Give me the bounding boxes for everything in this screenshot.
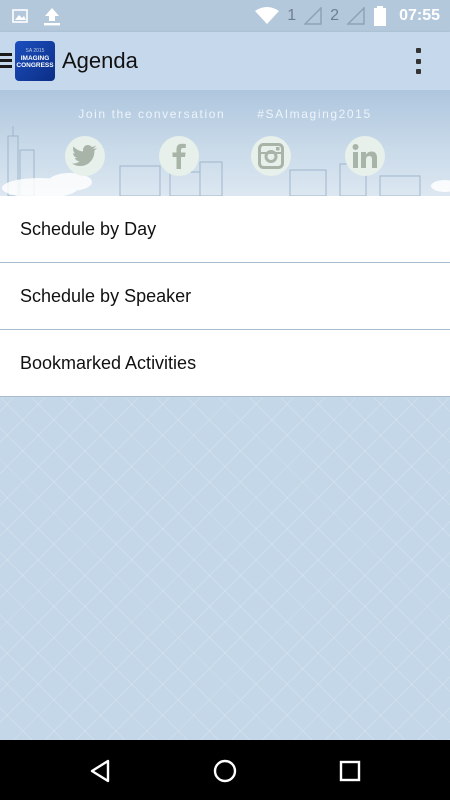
recent-apps-icon[interactable]: [337, 758, 363, 784]
sim-1-label: 1: [287, 7, 297, 24]
twitter-icon[interactable]: [65, 136, 105, 176]
back-icon[interactable]: [88, 758, 114, 784]
clock: 07:55: [399, 7, 440, 24]
signal-1-icon: [304, 7, 322, 25]
banner-caption: Join the conversation #SAImaging2015: [0, 107, 450, 121]
background-pattern: [0, 398, 450, 740]
social-banner: Join the conversation #SAImaging2015: [0, 90, 450, 196]
app-logo[interactable]: SA 2015 IMAGING CONGRESS: [15, 41, 55, 81]
hamburger-menu-icon[interactable]: [0, 53, 12, 69]
upload-notification-icon: [44, 8, 60, 26]
overflow-menu-icon[interactable]: [414, 48, 422, 74]
menu-item-label: Schedule by Speaker: [20, 285, 192, 306]
page-title: Agenda: [62, 48, 138, 73]
image-notification-icon: [12, 9, 28, 23]
menu-item-label: Schedule by Day: [20, 218, 157, 239]
facebook-icon[interactable]: [159, 136, 199, 176]
menu-item-bookmarked-activities[interactable]: Bookmarked Activities: [0, 330, 450, 397]
wifi-icon: [255, 7, 280, 24]
menu-item-schedule-by-day[interactable]: Schedule by Day: [0, 196, 450, 263]
agenda-menu-list: Schedule by Day Schedule by Speaker Book…: [0, 196, 450, 397]
instagram-icon[interactable]: [251, 136, 291, 176]
app-bar: SA 2015 IMAGING CONGRESS Agenda: [0, 32, 450, 90]
system-navigation-bar: [0, 740, 450, 800]
home-icon[interactable]: [212, 758, 238, 784]
linkedin-icon[interactable]: [345, 136, 385, 176]
status-bar: 1 2 07:55: [0, 0, 450, 32]
hashtag-text: #SAImaging2015: [257, 107, 372, 121]
battery-icon: [374, 6, 387, 26]
menu-item-label: Bookmarked Activities: [20, 352, 197, 373]
menu-item-schedule-by-speaker[interactable]: Schedule by Speaker: [0, 263, 450, 330]
signal-2-icon: [347, 7, 365, 25]
sim-2-label: 2: [330, 7, 340, 24]
join-conversation-text: Join the conversation: [78, 107, 226, 121]
